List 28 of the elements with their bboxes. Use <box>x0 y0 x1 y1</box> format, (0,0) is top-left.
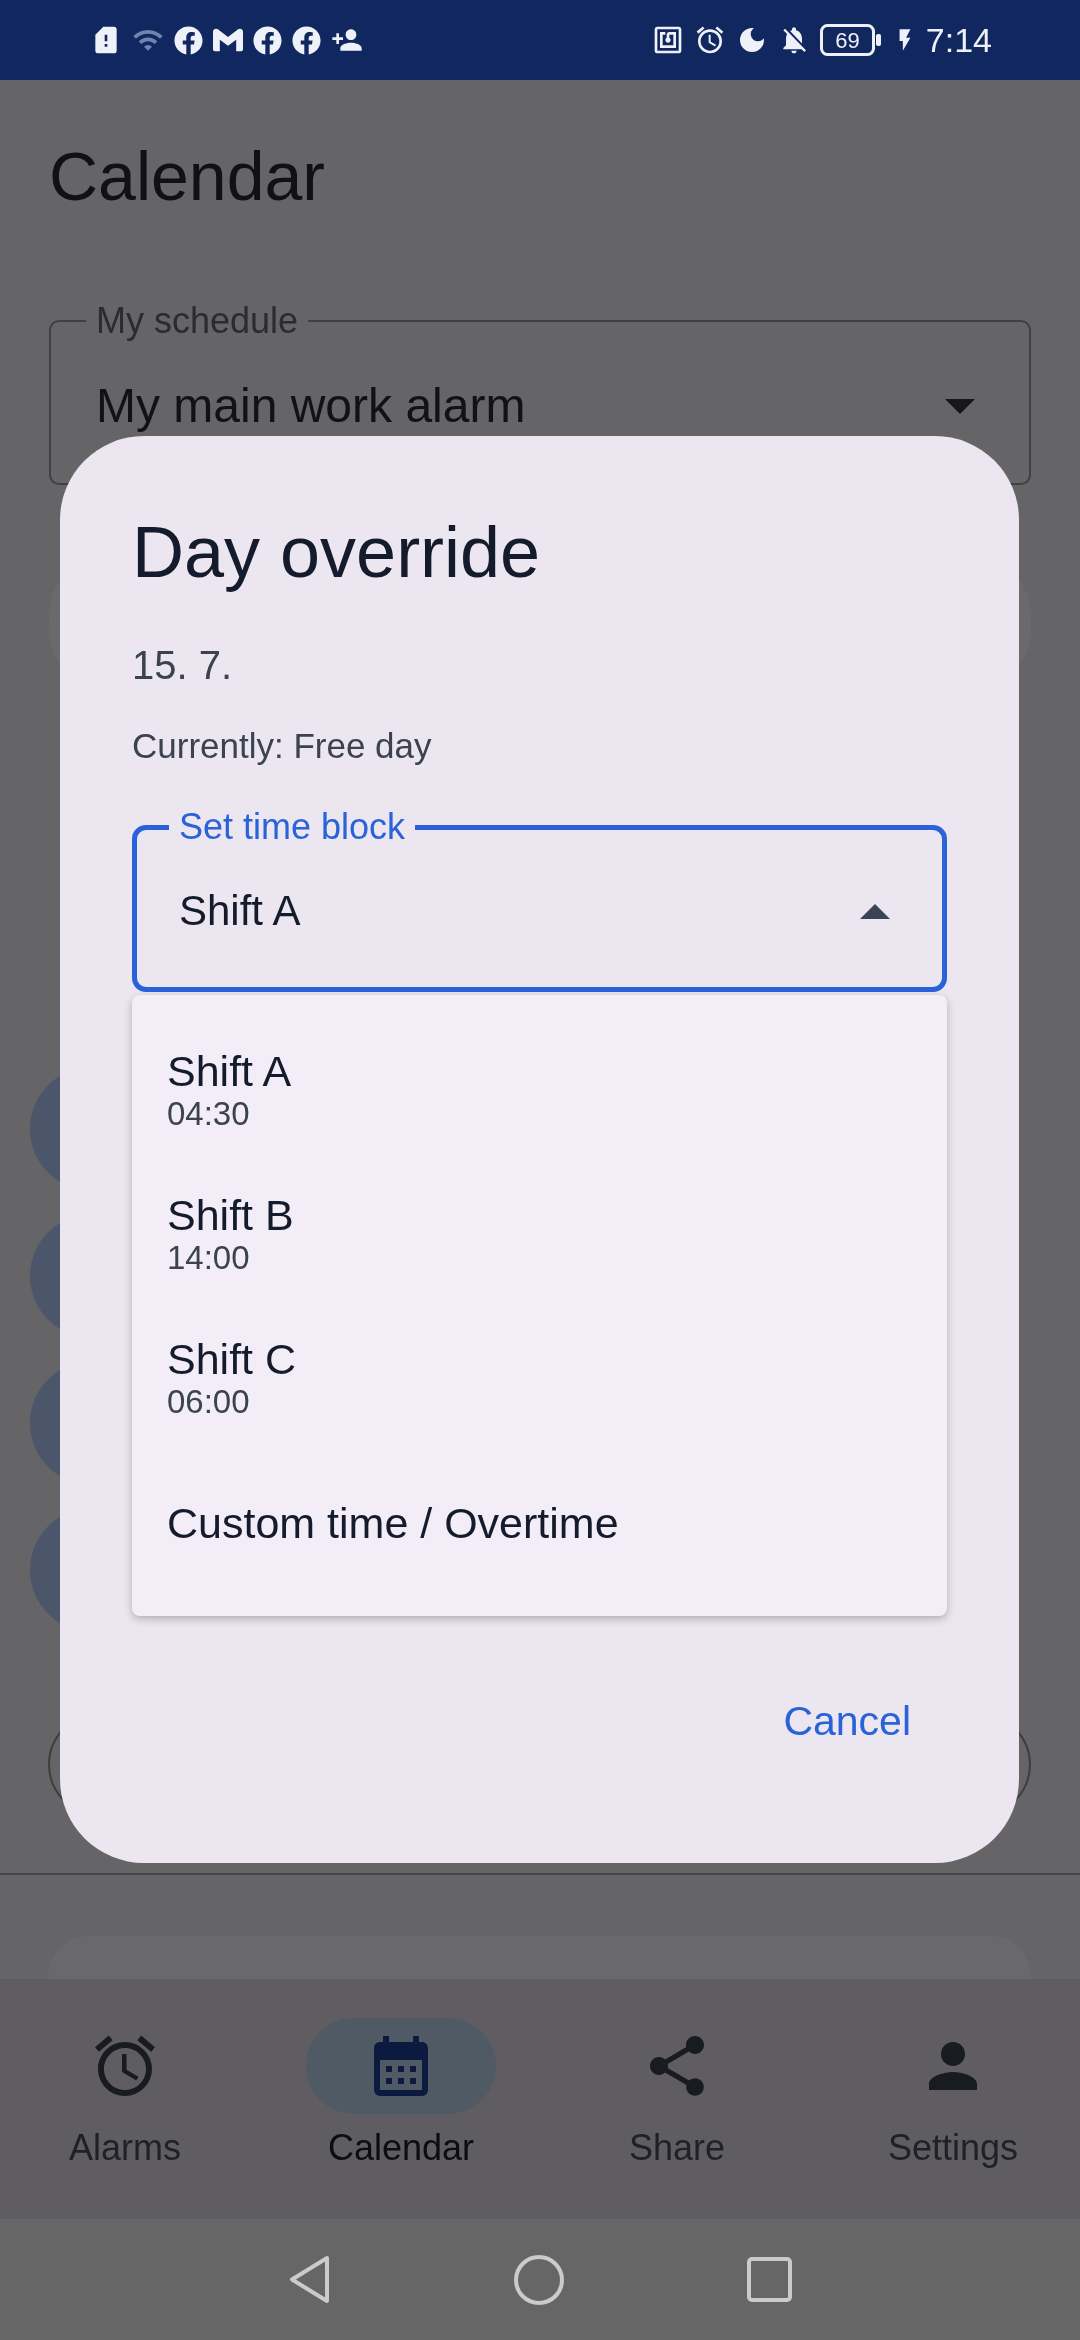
field-label: My schedule <box>95 300 300 342</box>
dialog-title: Day override <box>132 511 541 594</box>
back-icon[interactable] <box>288 2255 331 2304</box>
battery-percent: 69 <box>835 28 860 53</box>
option-name[interactable]: Shift A <box>167 1048 292 1094</box>
nav-tab[interactable]: Calendar <box>306 2018 496 2168</box>
option-name[interactable]: Shift B <box>167 1192 294 1238</box>
recents-icon[interactable] <box>747 2257 792 2302</box>
battery-icon <box>819 24 881 56</box>
status-text: Currently: Free day <box>132 725 432 767</box>
home-icon[interactable] <box>514 2254 564 2305</box>
field-label: Set time block <box>178 806 407 848</box>
option-time: 06:00 <box>167 1382 250 1422</box>
nav-tab[interactable]: Share <box>582 2018 772 2168</box>
field-value: My main work alarm <box>96 378 526 434</box>
nav-tab[interactable]: Settings <box>858 2018 1048 2168</box>
text-button[interactable]: Cancel <box>747 1677 947 1765</box>
caret-up-icon <box>860 903 890 919</box>
page-title: Calendar <box>49 137 325 216</box>
caret-down-icon <box>945 398 975 414</box>
date-text: 15. 7. <box>132 642 233 689</box>
option-name[interactable]: Shift C <box>167 1336 297 1382</box>
field-value: Shift A <box>179 886 301 936</box>
option-time: 14:00 <box>167 1238 250 1278</box>
nav-tab[interactable]: Alarms <box>30 2018 220 2168</box>
status-time: 7:14 <box>925 20 992 60</box>
option-time: 04:30 <box>167 1094 250 1134</box>
option-name[interactable]: Custom time / Overtime <box>167 1500 619 1546</box>
